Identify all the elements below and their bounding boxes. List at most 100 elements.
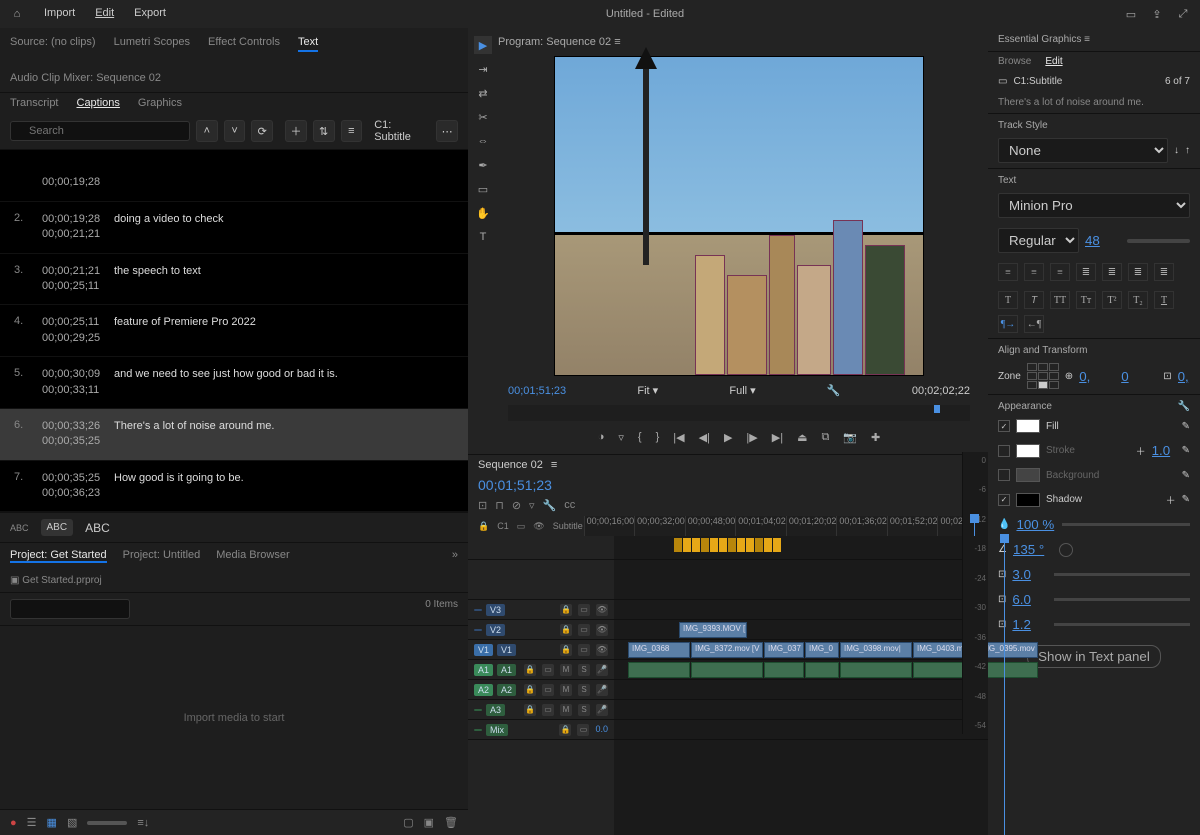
show-in-text-panel-button[interactable]: Show in Text panel bbox=[1027, 645, 1161, 668]
tab-edit[interactable]: Edit bbox=[1045, 56, 1062, 67]
quality-dropdown[interactable]: Full bbox=[729, 385, 747, 397]
timeline-tab[interactable]: Sequence 02 bbox=[478, 459, 543, 471]
shadow-distance-input[interactable] bbox=[1012, 567, 1048, 582]
caption-row[interactable]: 7.00;00;35;2500;00;36;23How good is it g… bbox=[0, 461, 468, 513]
upload-style-icon[interactable]: ↑ bbox=[1185, 145, 1190, 156]
program-scrubber[interactable] bbox=[508, 405, 970, 421]
opacity-slider[interactable] bbox=[1062, 523, 1190, 526]
add-caption-button[interactable]: ＋ bbox=[285, 120, 307, 142]
mark-in-button[interactable]: { bbox=[638, 431, 642, 444]
tab-text[interactable]: Text bbox=[298, 34, 318, 52]
share-icon[interactable]: ⇪ bbox=[1150, 7, 1164, 21]
fill-swatch[interactable] bbox=[1016, 419, 1040, 433]
sort-icon[interactable]: ≡↓ bbox=[137, 817, 149, 829]
scale-x-input[interactable] bbox=[1178, 369, 1200, 384]
caption-visibility-icon[interactable]: ▭ bbox=[517, 521, 526, 532]
tab-audio-mixer[interactable]: Audio Clip Mixer: Sequence 02 bbox=[10, 70, 161, 86]
download-style-icon[interactable]: ↓ bbox=[1174, 145, 1179, 156]
record-icon[interactable]: ● bbox=[10, 817, 17, 829]
tab-source[interactable]: Source: (no clips) bbox=[10, 34, 96, 52]
justify-icon[interactable]: ≣ bbox=[1076, 263, 1096, 281]
ltr-icon[interactable]: ¶→ bbox=[998, 315, 1018, 333]
split-caption-button[interactable]: ⇅ bbox=[313, 120, 335, 142]
bg-eyedropper-icon[interactable]: ✎ bbox=[1182, 470, 1190, 481]
tab-effect-controls[interactable]: Effect Controls bbox=[208, 34, 280, 52]
font-style-select[interactable]: Regular bbox=[998, 228, 1079, 253]
marker-icon[interactable]: ▿ bbox=[529, 499, 535, 512]
fill-checkbox[interactable] bbox=[998, 420, 1010, 432]
rectangle-tool-icon[interactable]: ▭ bbox=[474, 180, 492, 198]
extract-icon[interactable]: ⧉ bbox=[821, 431, 829, 444]
go-to-out-icon[interactable]: ▶| bbox=[772, 431, 783, 444]
pen-tool-icon[interactable]: ✒ bbox=[474, 156, 492, 174]
program-menu-icon[interactable]: ≡ bbox=[614, 36, 620, 48]
faux-italic-icon[interactable]: T bbox=[1024, 291, 1044, 309]
appearance-wrench-icon[interactable]: 🔧 bbox=[1178, 401, 1190, 412]
superscript-icon[interactable]: T² bbox=[1102, 291, 1122, 309]
wrench-icon[interactable]: 🔧 bbox=[543, 499, 557, 512]
zone-grid[interactable] bbox=[1027, 363, 1059, 389]
align-center-icon[interactable]: ≡ bbox=[1024, 263, 1044, 281]
shadow-checkbox[interactable] bbox=[998, 494, 1010, 506]
tab-captions[interactable]: Captions bbox=[77, 97, 120, 109]
refresh-button[interactable]: ⟳ bbox=[251, 120, 273, 142]
snap-icon[interactable]: ⊓ bbox=[495, 499, 504, 512]
new-bin-icon[interactable]: ▢ bbox=[403, 816, 413, 829]
distance-slider[interactable] bbox=[1054, 573, 1190, 576]
size-slider[interactable] bbox=[1054, 598, 1190, 601]
project-search-input[interactable] bbox=[10, 599, 130, 619]
tab-graphics[interactable]: Graphics bbox=[138, 97, 182, 109]
prev-caption-button[interactable]: ˄ bbox=[196, 120, 218, 142]
audio-track-A1[interactable] bbox=[614, 660, 988, 680]
stroke-add-icon[interactable]: ＋ bbox=[1136, 443, 1146, 458]
go-to-in-icon[interactable]: |◀ bbox=[673, 431, 684, 444]
tab-lumetri[interactable]: Lumetri Scopes bbox=[114, 34, 190, 52]
search-input[interactable] bbox=[10, 121, 190, 141]
angle-dial[interactable] bbox=[1059, 543, 1073, 557]
justify-all-icon[interactable]: ≣ bbox=[1154, 263, 1174, 281]
tab-transcript[interactable]: Transcript bbox=[10, 97, 59, 109]
align-left-icon[interactable]: ≡ bbox=[998, 263, 1018, 281]
type-tool-icon[interactable]: T bbox=[474, 228, 492, 246]
video-track-V3[interactable] bbox=[614, 600, 988, 620]
video-track-V1[interactable]: IMG_0368IMG_8372.mov [VIMG_037IMG_0IMG_0… bbox=[614, 640, 988, 660]
abc-active-button[interactable]: ABC bbox=[41, 519, 74, 536]
mark-out-button[interactable]: } bbox=[656, 431, 660, 444]
caption-row[interactable]: 3.00;00;21;2100;00;25;11the speech to te… bbox=[0, 254, 468, 306]
track-style-select[interactable]: None bbox=[998, 138, 1168, 163]
caption-menu-button[interactable]: ⋯ bbox=[436, 120, 458, 142]
blur-slider[interactable] bbox=[1054, 623, 1190, 626]
caption-row[interactable]: 6.00;00;33;2600;00;35;25There's a lot of… bbox=[0, 409, 468, 461]
font-size-input[interactable] bbox=[1085, 233, 1121, 248]
mark-in-icon[interactable]: ◑ bbox=[598, 431, 605, 444]
pos-x-input[interactable] bbox=[1079, 369, 1115, 384]
step-back-icon[interactable]: ◀| bbox=[699, 431, 710, 444]
program-current-timecode[interactable]: 00;01;51;23 bbox=[508, 385, 566, 397]
justify-last-right-icon[interactable]: ≣ bbox=[1128, 263, 1148, 281]
abc-label-2[interactable]: ABC bbox=[85, 521, 110, 535]
export-frame-icon[interactable]: 📷 bbox=[843, 431, 857, 444]
project-drop-area[interactable]: Import media to start bbox=[0, 626, 468, 809]
video-track-V2[interactable]: IMG_9393.MOV [ bbox=[614, 620, 988, 640]
caption-row[interactable]: 4.00;00;25;1100;00;29;25feature of Premi… bbox=[0, 305, 468, 357]
program-viewer[interactable] bbox=[554, 56, 924, 376]
icon-view-icon[interactable]: ▦ bbox=[47, 816, 57, 829]
menu-import[interactable]: Import bbox=[44, 7, 75, 21]
tab-project-getstarted[interactable]: Project: Get Started bbox=[10, 549, 107, 563]
home-icon[interactable]: ⌂ bbox=[10, 7, 24, 21]
workspace-icon[interactable]: ▭ bbox=[1124, 7, 1138, 21]
ripple-tool-icon[interactable]: ⇄ bbox=[474, 84, 492, 102]
opacity-input[interactable] bbox=[1016, 517, 1056, 532]
audio-track-A2[interactable] bbox=[614, 680, 988, 700]
all-caps-icon[interactable]: TT bbox=[1050, 291, 1070, 309]
stroke-checkbox[interactable] bbox=[998, 445, 1010, 457]
selection-tool-icon[interactable]: ▶ bbox=[474, 36, 492, 54]
list-view-icon[interactable]: ☰ bbox=[27, 816, 37, 829]
faux-bold-icon[interactable]: T bbox=[998, 291, 1018, 309]
angle-input[interactable] bbox=[1013, 542, 1053, 557]
tab-media-browser[interactable]: Media Browser bbox=[216, 549, 289, 563]
playhead-line[interactable] bbox=[1004, 536, 1005, 835]
step-forward-icon[interactable]: |▶ bbox=[746, 431, 757, 444]
link-icon[interactable]: ⊘ bbox=[512, 499, 521, 512]
hand-tool-icon[interactable]: ✋ bbox=[474, 204, 492, 222]
